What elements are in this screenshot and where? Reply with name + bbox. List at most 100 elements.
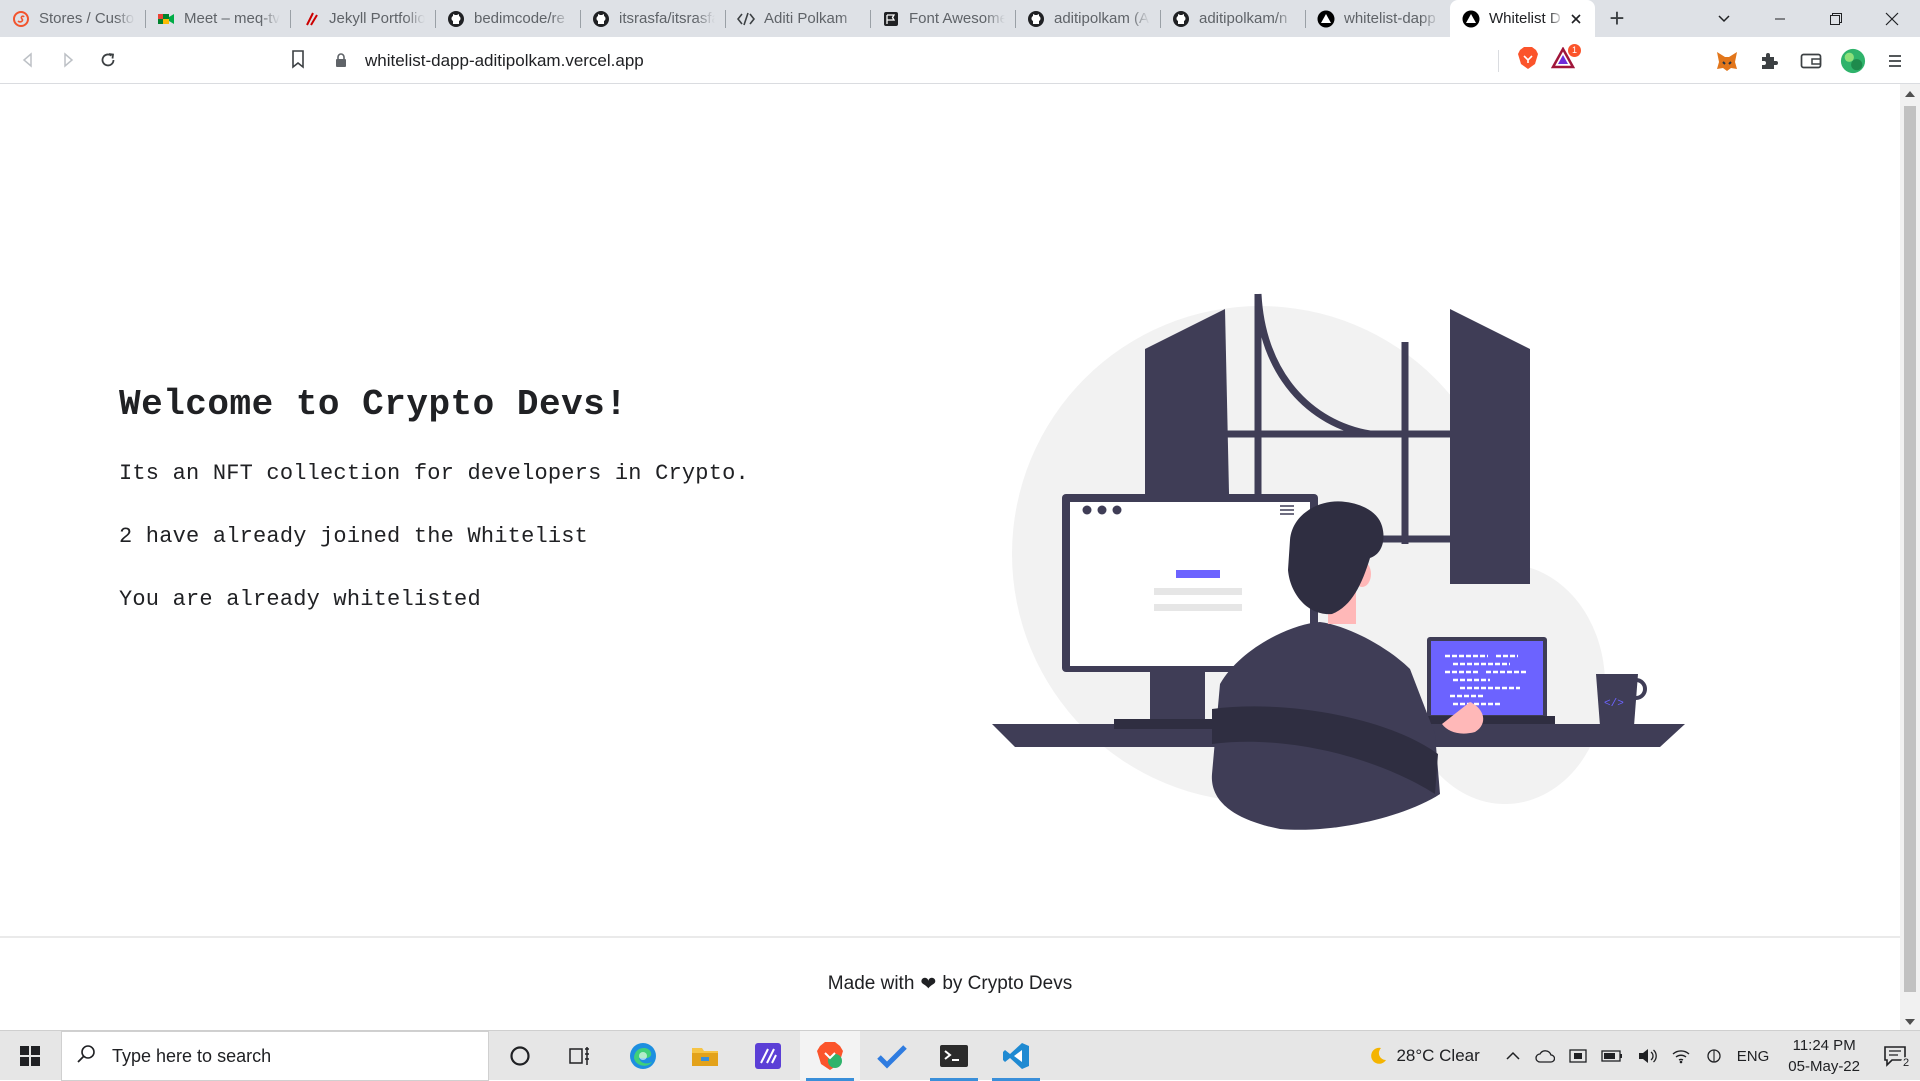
reload-button[interactable] bbox=[88, 40, 128, 80]
close-tab-icon[interactable] bbox=[1567, 10, 1585, 28]
tab-label: Aditi Polkam bbox=[764, 10, 848, 27]
heart-icon: ❤ bbox=[920, 973, 937, 995]
developer-illustration: </> bbox=[992, 293, 1685, 830]
screen-button bbox=[1176, 570, 1220, 578]
tab-item[interactable]: Aditi Polkam bbox=[725, 0, 870, 37]
wallet-button[interactable] bbox=[1798, 48, 1824, 74]
notification-count: 2 bbox=[1900, 1057, 1912, 1069]
clock-date: 05-May-22 bbox=[1788, 1058, 1860, 1075]
back-button[interactable] bbox=[8, 40, 48, 80]
address-bar[interactable]: whitelist-dapp-aditipolkam.vercel.app bbox=[331, 43, 1591, 78]
edge-app[interactable] bbox=[613, 1031, 673, 1081]
profile-button[interactable] bbox=[1840, 48, 1866, 74]
tab-item[interactable]: Meet – meq-tv bbox=[145, 0, 290, 37]
brave-app[interactable] bbox=[800, 1031, 860, 1081]
brave-shields-button[interactable] bbox=[1517, 46, 1539, 75]
scrollbar-thumb[interactable] bbox=[1904, 106, 1916, 992]
device-icon[interactable] bbox=[1569, 1048, 1587, 1064]
notification-center-button[interactable]: 2 bbox=[1874, 1031, 1920, 1081]
chevron-up-icon[interactable] bbox=[1505, 1048, 1521, 1064]
puzzle-icon bbox=[1762, 52, 1778, 69]
window-dot bbox=[1112, 505, 1122, 515]
tab-search-button[interactable] bbox=[1696, 0, 1752, 37]
github-icon bbox=[592, 10, 610, 28]
scroll-up-arrow-icon[interactable] bbox=[1905, 91, 1915, 97]
window-dot bbox=[1082, 505, 1092, 515]
url-text[interactable]: whitelist-dapp-aditipolkam.vercel.app bbox=[365, 51, 644, 71]
forward-arrow-icon bbox=[64, 52, 74, 68]
windows-logo-icon bbox=[20, 1046, 40, 1066]
hamburger-icon bbox=[1889, 54, 1901, 67]
tab-item[interactable]: aditipolkam (A bbox=[1015, 0, 1160, 37]
battery-icon[interactable] bbox=[1601, 1049, 1623, 1063]
vscode-app[interactable] bbox=[986, 1031, 1046, 1081]
wifi-icon[interactable] bbox=[1671, 1048, 1691, 1064]
browser-tab-strip: Stores / Custon Meet – meq-tv Jekyll Portf… bbox=[0, 0, 1920, 37]
folder-icon bbox=[692, 1048, 718, 1066]
scroll-down-arrow-icon[interactable] bbox=[1905, 1019, 1915, 1025]
github-icon bbox=[1027, 10, 1045, 28]
tab-label: bedimcode/re bbox=[474, 10, 565, 27]
edge-icon bbox=[630, 1043, 656, 1069]
forward-button[interactable] bbox=[48, 40, 88, 80]
tab-item[interactable]: Jekyll Portfolio bbox=[290, 0, 435, 37]
terminal-app[interactable] bbox=[924, 1031, 984, 1081]
chevron-down-icon bbox=[1718, 14, 1730, 22]
search-placeholder: Type here to search bbox=[112, 1045, 272, 1066]
whitelist-status-text: You are already whitelisted bbox=[119, 587, 481, 612]
taskbar-search[interactable]: Type here to search bbox=[61, 1031, 489, 1081]
reload-icon bbox=[101, 53, 115, 67]
system-tray: 28°C Clear ENG 11:24 PM 05-May-22 2 bbox=[1368, 1031, 1920, 1081]
tab-item[interactable]: bedimcode/re bbox=[435, 0, 580, 37]
tab-item[interactable]: aditipolkam/n bbox=[1160, 0, 1305, 37]
cloud-icon[interactable] bbox=[1535, 1049, 1555, 1063]
meet-icon bbox=[157, 10, 175, 28]
bookmark-icon bbox=[292, 50, 304, 69]
extensions-button[interactable] bbox=[1756, 48, 1782, 74]
moon-icon bbox=[1371, 1047, 1387, 1064]
minimize-button[interactable] bbox=[1752, 0, 1808, 37]
tab-label: itsrasfa/itsrasfa bbox=[619, 10, 715, 27]
window-right-pane bbox=[1450, 309, 1530, 584]
tab-item[interactable]: itsrasfa/itsrasfa bbox=[580, 0, 725, 37]
brave-rewards-button[interactable]: 1 bbox=[1550, 44, 1581, 74]
network-icon[interactable] bbox=[1705, 1048, 1723, 1064]
tab-item[interactable]: Stores / Custon bbox=[0, 0, 145, 37]
start-button[interactable] bbox=[0, 1031, 60, 1081]
footer-prefix: Made with bbox=[827, 973, 915, 994]
volume-icon[interactable] bbox=[1637, 1048, 1657, 1064]
task-view-button[interactable] bbox=[550, 1031, 610, 1081]
language-indicator[interactable]: ENG bbox=[1737, 1048, 1770, 1065]
metamask-extension[interactable] bbox=[1714, 48, 1740, 74]
tab-label: Font Awesome bbox=[909, 10, 1005, 27]
clock[interactable]: 11:24 PM 05-May-22 bbox=[1788, 1035, 1860, 1077]
weather-widget[interactable]: 28°C Clear bbox=[1368, 1046, 1480, 1066]
page-scrollbar[interactable] bbox=[1900, 84, 1920, 1030]
divider bbox=[1498, 49, 1499, 72]
browser-toolbar: whitelist-dapp-aditipolkam.vercel.app 1 bbox=[0, 37, 1920, 84]
weather-text: 28°C Clear bbox=[1396, 1046, 1480, 1065]
app-icon bbox=[755, 1043, 781, 1069]
rewards-badge: 1 bbox=[1567, 44, 1581, 57]
tab-label: Whitelist D bbox=[1489, 10, 1561, 27]
new-tab-button[interactable]: + bbox=[1599, 0, 1635, 37]
whitelist-count-text: 2 have already joined the Whitelist bbox=[119, 524, 589, 549]
avatar bbox=[1840, 48, 1866, 73]
file-explorer-app[interactable] bbox=[675, 1031, 735, 1081]
brave-toolbar-icons: 1 bbox=[1498, 43, 1581, 78]
task-view-icon bbox=[569, 1047, 589, 1065]
laptop-screen bbox=[1431, 641, 1543, 715]
close-window-button[interactable] bbox=[1864, 0, 1920, 37]
restore-button[interactable] bbox=[1808, 0, 1864, 37]
tab-active[interactable]: Whitelist D bbox=[1450, 0, 1595, 37]
close-icon bbox=[1885, 12, 1899, 25]
code-editor-app[interactable] bbox=[738, 1031, 798, 1081]
lock-icon[interactable] bbox=[331, 53, 351, 68]
todo-app[interactable] bbox=[862, 1031, 922, 1081]
cortana-button[interactable] bbox=[490, 1031, 550, 1081]
menu-button[interactable] bbox=[1882, 48, 1908, 74]
bookmark-button[interactable] bbox=[290, 49, 306, 74]
tab-item[interactable]: Font Awesome bbox=[870, 0, 1015, 37]
tab-label: aditipolkam (A bbox=[1054, 10, 1150, 27]
tab-item[interactable]: whitelist-dapp bbox=[1305, 0, 1450, 37]
